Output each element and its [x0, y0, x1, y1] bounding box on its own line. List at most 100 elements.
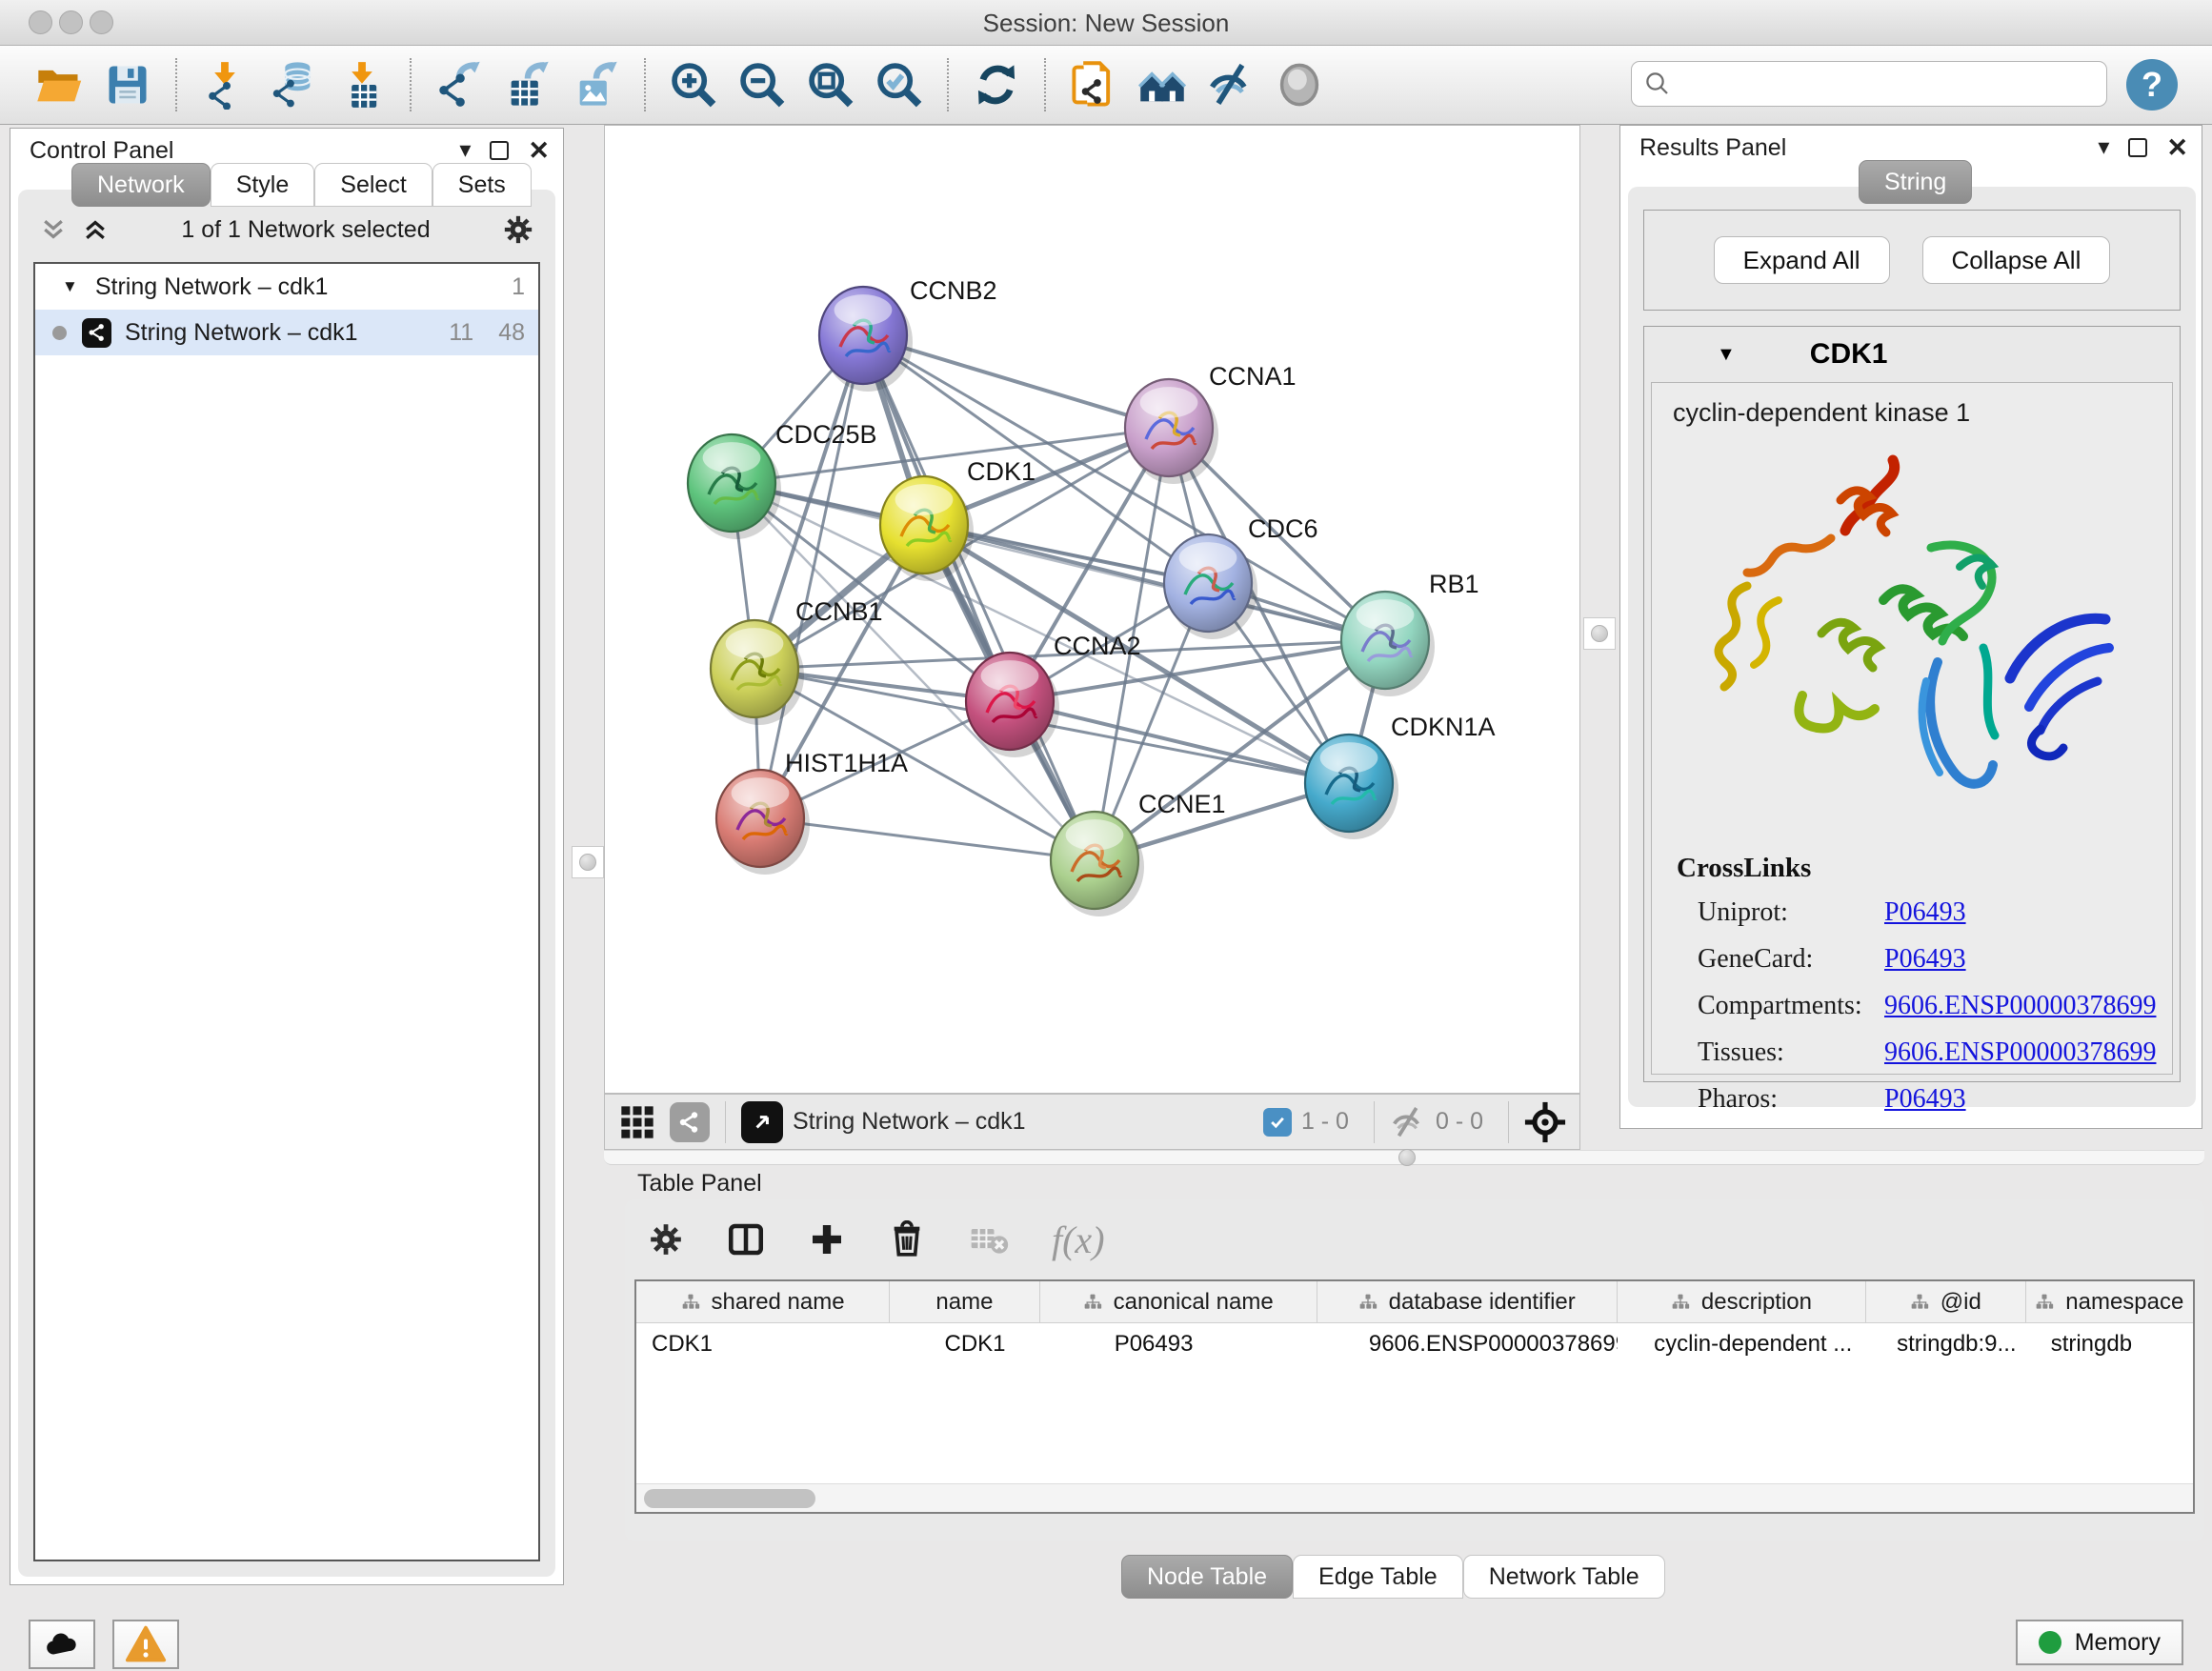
network-node-HIST1H1A[interactable] — [716, 770, 810, 875]
network-node-CDKN1A[interactable] — [1305, 735, 1398, 839]
panel-menu-icon[interactable]: ▾ — [2098, 135, 2109, 160]
table-panel: f(x) shared name name canonical name dat… — [625, 1199, 2204, 1541]
gene-collapse-icon[interactable]: ▼ — [1717, 344, 1736, 366]
network-row[interactable]: String Network – cdk1 11 48 — [35, 310, 538, 355]
tab-sets[interactable]: Sets — [432, 163, 532, 207]
genecard-link[interactable]: P06493 — [1884, 944, 1966, 975]
import-network-database-button[interactable] — [264, 55, 323, 114]
search-input[interactable] — [1672, 70, 2081, 97]
uniprot-link[interactable]: P06493 — [1884, 897, 1966, 928]
birdseye-crosshair-icon[interactable] — [1524, 1101, 1566, 1143]
pharos-link[interactable]: P06493 — [1884, 1084, 1966, 1115]
window-minimize-button[interactable] — [59, 10, 83, 34]
expand-all-icon[interactable] — [81, 215, 110, 244]
toolbar-separator — [947, 58, 949, 111]
grid-view-icon[interactable] — [618, 1103, 656, 1141]
column-header[interactable]: namespace — [2026, 1281, 2193, 1322]
tissues-link[interactable]: 9606.ENSP00000378699 — [1884, 1037, 2156, 1068]
crosslink-label: GeneCard: — [1677, 944, 1884, 975]
export-image-button[interactable] — [567, 55, 626, 114]
delete-column-icon[interactable] — [888, 1220, 926, 1258]
tab-edge-table[interactable]: Edge Table — [1293, 1555, 1463, 1599]
collapse-all-icon[interactable] — [39, 215, 68, 244]
network-canvas[interactable]: CCNB2CCNA1CDC25BCDK1CDC6RB1CCNB1CCNA2CDK… — [604, 125, 1580, 1094]
tab-string[interactable]: String — [1859, 160, 1972, 204]
expand-all-button[interactable]: Expand All — [1714, 236, 1890, 284]
panel-menu-icon[interactable]: ▾ — [459, 138, 471, 163]
close-panel-icon[interactable]: ✕ — [528, 138, 550, 163]
network-view-title: String Network – cdk1 — [793, 1108, 1263, 1136]
column-header[interactable]: @id — [1866, 1281, 2026, 1322]
cloud-button[interactable] — [29, 1620, 95, 1669]
hidden-count: 0 - 0 — [1436, 1108, 1483, 1136]
open-session-button[interactable] — [30, 55, 89, 114]
help-button[interactable]: ? — [2126, 59, 2178, 111]
detach-view-icon[interactable] — [741, 1101, 783, 1143]
left-splitter-handle[interactable] — [572, 846, 604, 878]
network-node-CDK1[interactable] — [880, 476, 974, 581]
zoom-out-button[interactable] — [733, 55, 792, 114]
zoom-fit-button[interactable] — [801, 55, 860, 114]
export-network-button[interactable] — [430, 55, 489, 114]
save-session-button[interactable] — [98, 55, 157, 114]
network-node-CDC6[interactable] — [1164, 534, 1257, 639]
window-zoom-button[interactable] — [90, 10, 113, 34]
tab-network[interactable]: Network — [71, 163, 211, 207]
tree-expand-icon[interactable]: ▼ — [62, 277, 78, 296]
column-header[interactable]: name — [890, 1281, 1040, 1322]
memory-button[interactable]: Memory — [2016, 1620, 2183, 1665]
float-panel-icon[interactable] — [2128, 138, 2147, 157]
gear-icon[interactable] — [648, 1221, 684, 1258]
show-all-button[interactable] — [1270, 55, 1329, 114]
tab-network-table[interactable]: Network Table — [1463, 1555, 1665, 1599]
first-neighbors-button[interactable] — [1133, 55, 1192, 114]
function-builder-icon: f(x) — [1052, 1218, 1105, 1262]
column-header[interactable]: canonical name — [1040, 1281, 1317, 1322]
table-row[interactable]: CDK1 CDK1 P06493 9606.ENSP00000378699 cy… — [636, 1323, 2193, 1365]
node-table[interactable]: shared name name canonical name database… — [634, 1279, 2195, 1514]
import-table-button[interactable] — [332, 55, 392, 114]
node-label-CCNB2: CCNB2 — [910, 276, 997, 305]
gear-icon[interactable] — [502, 213, 534, 246]
network-share-icon[interactable] — [670, 1102, 710, 1142]
horizontal-splitter[interactable] — [604, 1150, 2204, 1165]
column-header[interactable]: database identifier — [1317, 1281, 1618, 1322]
collapse-all-button[interactable]: Collapse All — [1922, 236, 2111, 284]
column-header[interactable]: shared name — [636, 1281, 890, 1322]
zoom-selected-button[interactable] — [870, 55, 929, 114]
network-node-RB1[interactable] — [1341, 592, 1435, 696]
zoom-in-button[interactable] — [664, 55, 723, 114]
selected-checkbox-icon[interactable] — [1263, 1108, 1292, 1137]
network-collection-row[interactable]: ▼ String Network – cdk1 1 — [35, 264, 538, 310]
refresh-button[interactable] — [967, 55, 1026, 114]
right-splitter-handle[interactable] — [1583, 617, 1616, 650]
network-node-CCNB2[interactable] — [819, 287, 913, 392]
column-header[interactable]: description — [1618, 1281, 1866, 1322]
compartments-link[interactable]: 9606.ENSP00000378699 — [1884, 991, 2156, 1021]
network-node-CCNE1[interactable] — [1051, 812, 1144, 916]
window-close-button[interactable] — [29, 10, 52, 34]
node-label-HIST1H1A: HIST1H1A — [785, 749, 908, 777]
hide-selected-button[interactable] — [1201, 55, 1260, 114]
scrollbar-thumb[interactable] — [644, 1489, 815, 1508]
warning-icon — [125, 1623, 167, 1665]
tab-node-table[interactable]: Node Table — [1121, 1555, 1293, 1599]
float-panel-icon[interactable] — [490, 141, 509, 160]
hidden-eye-slash-icon — [1390, 1104, 1426, 1140]
tab-select[interactable]: Select — [314, 163, 432, 207]
add-column-icon[interactable] — [808, 1220, 846, 1258]
export-table-button[interactable] — [498, 55, 557, 114]
split-columns-icon[interactable] — [726, 1219, 766, 1259]
table-tabs: Node Table Edge Table Network Table — [1121, 1555, 2212, 1599]
export-table-icon — [503, 60, 553, 110]
network-selection-status: 1 of 1 Network selected — [110, 216, 502, 244]
network-node-CDC25B[interactable] — [688, 434, 781, 539]
clone-network-button[interactable] — [1064, 55, 1123, 114]
warning-button[interactable] — [112, 1620, 179, 1669]
gray-eye-icon — [1275, 60, 1324, 110]
import-network-file-button[interactable] — [195, 55, 254, 114]
tab-style[interactable]: Style — [211, 163, 315, 207]
network-node-CCNA1[interactable] — [1125, 379, 1218, 484]
table-horizontal-scrollbar[interactable] — [636, 1483, 2193, 1512]
close-panel-icon[interactable]: ✕ — [2166, 135, 2188, 160]
